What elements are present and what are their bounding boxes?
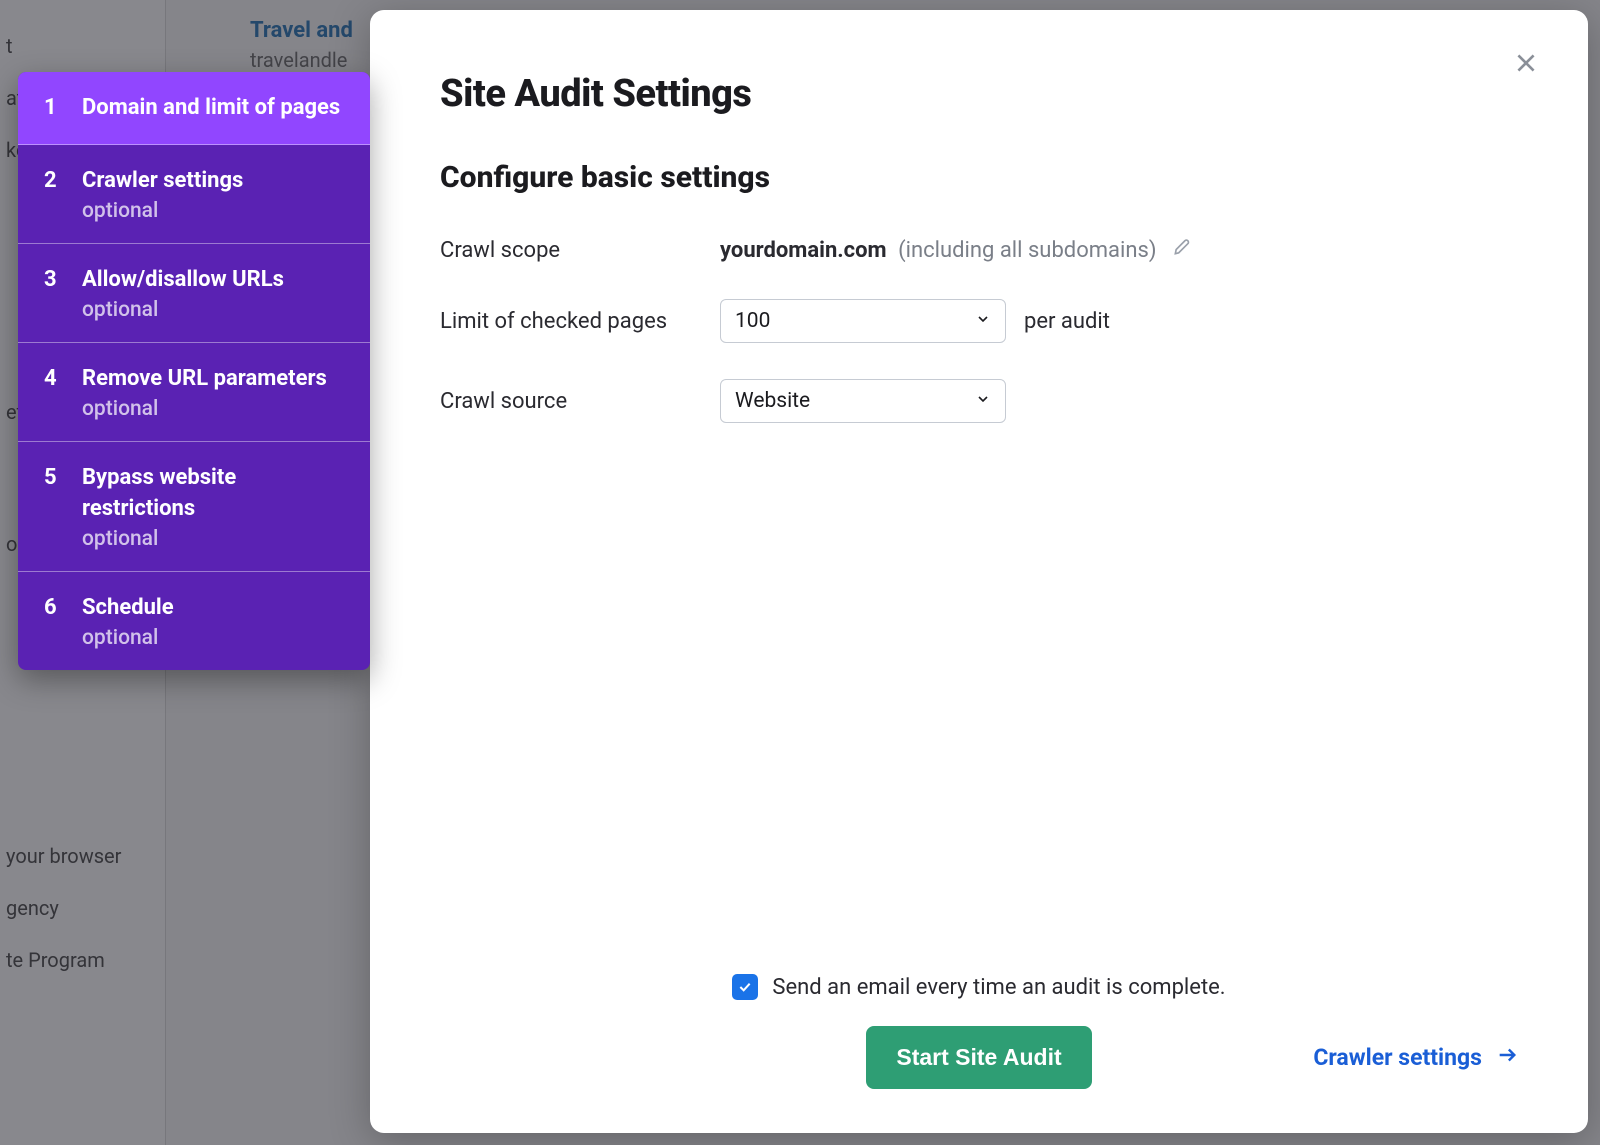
wizard-step-5[interactable]: 5Bypass website restrictionsoptional bbox=[18, 442, 370, 573]
wizard-step-title: Domain and limit of pages bbox=[82, 92, 348, 124]
wizard-step-subtitle: optional bbox=[82, 298, 348, 322]
wizard-step-number: 5 bbox=[44, 462, 82, 494]
wizard-step-title: Crawler settings bbox=[82, 165, 348, 197]
wizard-step-number: 6 bbox=[44, 592, 82, 624]
site-audit-settings-modal: Site Audit Settings Configure basic sett… bbox=[370, 10, 1588, 1133]
wizard-step-6[interactable]: 6Scheduleoptional bbox=[18, 572, 370, 670]
crawl-scope-value-wrap: yourdomain.com (including all subdomains… bbox=[720, 237, 1192, 263]
source-label: Crawl source bbox=[440, 389, 720, 414]
wizard-step-text: Bypass website restrictionsoptional bbox=[82, 462, 348, 552]
email-checkbox-label: Send an email every time an audit is com… bbox=[772, 975, 1225, 1000]
wizard-step-1[interactable]: 1Domain and limit of pages bbox=[18, 72, 370, 145]
wizard-step-4[interactable]: 4Remove URL parametersoptional bbox=[18, 343, 370, 442]
start-site-audit-button[interactable]: Start Site Audit bbox=[866, 1026, 1091, 1089]
row-crawl-scope: Crawl scope yourdomain.com (including al… bbox=[440, 237, 1518, 263]
email-checkbox[interactable] bbox=[732, 974, 758, 1000]
wizard-step-text: Scheduleoptional bbox=[82, 592, 348, 650]
close-icon bbox=[1513, 50, 1539, 79]
wizard-step-number: 4 bbox=[44, 363, 82, 395]
email-notify-row: Send an email every time an audit is com… bbox=[732, 974, 1225, 1000]
next-link-label: Crawler settings bbox=[1313, 1044, 1482, 1071]
wizard-step-subtitle: optional bbox=[82, 397, 348, 421]
edit-icon[interactable] bbox=[1172, 237, 1192, 257]
modal-footer: Send an email every time an audit is com… bbox=[440, 974, 1518, 1093]
wizard-step-2[interactable]: 2Crawler settingsoptional bbox=[18, 145, 370, 244]
arrow-right-icon bbox=[1496, 1044, 1518, 1072]
wizard-step-number: 1 bbox=[44, 92, 82, 124]
modal-subtitle: Configure basic settings bbox=[440, 160, 1518, 195]
close-button[interactable] bbox=[1508, 46, 1544, 82]
wizard-step-title: Bypass website restrictions bbox=[82, 462, 348, 526]
wizard-step-subtitle: optional bbox=[82, 199, 348, 223]
wizard-step-subtitle: optional bbox=[82, 626, 348, 650]
wizard-step-number: 3 bbox=[44, 264, 82, 296]
source-select[interactable]: Website bbox=[720, 379, 1006, 423]
settings-form: Crawl scope yourdomain.com (including al… bbox=[440, 237, 1518, 459]
wizard-step-text: Crawler settingsoptional bbox=[82, 165, 348, 223]
row-limit-pages: Limit of checked pages 100 per audit bbox=[440, 299, 1518, 343]
row-crawl-source: Crawl source Website bbox=[440, 379, 1518, 423]
limit-suffix: per audit bbox=[1024, 309, 1110, 334]
limit-label: Limit of checked pages bbox=[440, 309, 720, 334]
wizard-step-3[interactable]: 3Allow/disallow URLsoptional bbox=[18, 244, 370, 343]
limit-select[interactable]: 100 bbox=[720, 299, 1006, 343]
limit-select-value: 100 bbox=[735, 309, 770, 333]
chevron-down-icon bbox=[975, 389, 991, 413]
wizard-step-text: Allow/disallow URLsoptional bbox=[82, 264, 348, 322]
chevron-down-icon bbox=[975, 309, 991, 333]
wizard-step-text: Remove URL parametersoptional bbox=[82, 363, 348, 421]
crawl-scope-label: Crawl scope bbox=[440, 238, 720, 263]
wizard-step-title: Remove URL parameters bbox=[82, 363, 348, 395]
source-select-value: Website bbox=[735, 389, 810, 413]
crawl-scope-value: yourdomain.com bbox=[720, 238, 887, 263]
wizard-steps-nav: 1Domain and limit of pages2Crawler setti… bbox=[18, 72, 370, 670]
crawl-scope-hint: (including all subdomains) bbox=[898, 238, 1156, 263]
wizard-step-text: Domain and limit of pages bbox=[82, 92, 348, 124]
wizard-step-subtitle: optional bbox=[82, 527, 348, 551]
wizard-step-title: Schedule bbox=[82, 592, 348, 624]
crawler-settings-link[interactable]: Crawler settings bbox=[1313, 1044, 1518, 1072]
modal-title: Site Audit Settings bbox=[440, 72, 1518, 116]
wizard-step-number: 2 bbox=[44, 165, 82, 197]
wizard-step-title: Allow/disallow URLs bbox=[82, 264, 348, 296]
